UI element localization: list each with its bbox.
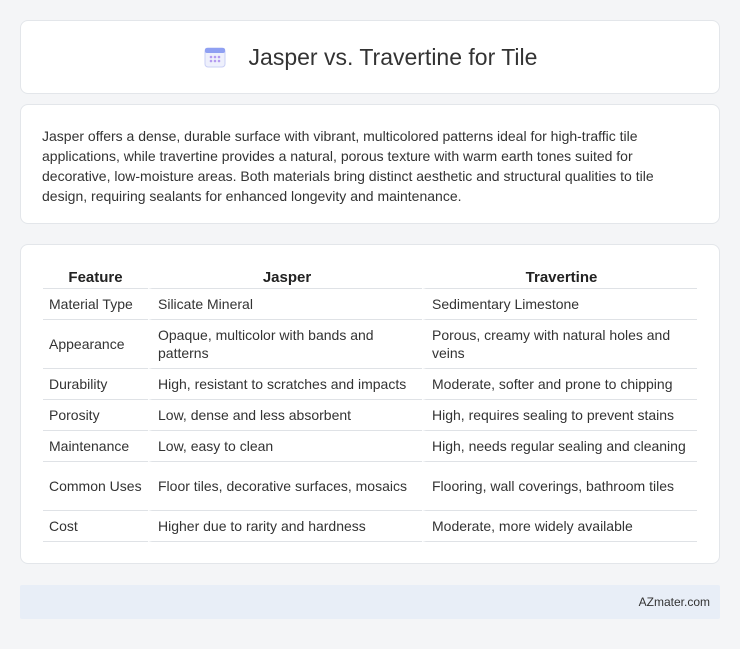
footer-brand: AZmater.com bbox=[638, 595, 710, 609]
table-row: Common Uses Floor tiles, decorative surf… bbox=[43, 462, 697, 511]
footer-bar: AZmater.com bbox=[20, 585, 720, 619]
title-card: Jasper vs. Travertine for Tile bbox=[20, 20, 720, 94]
travertine-cell: High, requires sealing to prevent stains bbox=[422, 400, 697, 431]
jasper-cell: Low, dense and less absorbent bbox=[148, 400, 422, 431]
feature-cell: Cost bbox=[43, 511, 148, 542]
jasper-cell: Higher due to rarity and hardness bbox=[148, 511, 422, 542]
travertine-cell: Flooring, wall coverings, bathroom tiles bbox=[422, 462, 697, 511]
column-header: Travertine bbox=[422, 265, 697, 289]
feature-cell: Appearance bbox=[43, 320, 148, 369]
table-row: Maintenance Low, easy to clean High, nee… bbox=[43, 431, 697, 462]
jasper-cell: Floor tiles, decorative surfaces, mosaic… bbox=[148, 462, 422, 511]
travertine-cell: Moderate, more widely available bbox=[422, 511, 697, 542]
table-row: Porosity Low, dense and less absorbent H… bbox=[43, 400, 697, 431]
page-title: Jasper vs. Travertine for Tile bbox=[248, 43, 538, 70]
travertine-cell: Porous, creamy with natural holes and ve… bbox=[422, 320, 697, 369]
feature-cell: Maintenance bbox=[43, 431, 148, 462]
table-row: Cost Higher due to rarity and hardness M… bbox=[43, 511, 697, 542]
intro-card: Jasper offers a dense, durable surface w… bbox=[20, 104, 720, 224]
table-header-row: Feature Jasper Travertine bbox=[43, 265, 697, 289]
jasper-cell: High, resistant to scratches and impacts bbox=[148, 369, 422, 400]
intro-text: Jasper offers a dense, durable surface w… bbox=[42, 128, 654, 204]
jasper-cell: Silicate Mineral bbox=[148, 289, 422, 320]
feature-cell: Material Type bbox=[43, 289, 148, 320]
table-row: Durability High, resistant to scratches … bbox=[43, 369, 697, 400]
table-row: Appearance Opaque, multicolor with bands… bbox=[43, 320, 697, 369]
feature-cell: Durability bbox=[43, 369, 148, 400]
feature-cell: Porosity bbox=[43, 400, 148, 431]
table-row: Material Type Silicate Mineral Sedimenta… bbox=[43, 289, 697, 320]
travertine-cell: High, needs regular sealing and cleaning bbox=[422, 431, 697, 462]
travertine-cell: Sedimentary Limestone bbox=[422, 289, 697, 320]
jasper-cell: Opaque, multicolor with bands and patter… bbox=[148, 320, 422, 369]
column-header: Jasper bbox=[148, 265, 422, 289]
calendar-icon bbox=[204, 47, 226, 68]
column-header: Feature bbox=[43, 265, 148, 289]
comparison-table: Feature Jasper Travertine Material Type … bbox=[43, 265, 697, 542]
jasper-cell: Low, easy to clean bbox=[148, 431, 422, 462]
feature-cell: Common Uses bbox=[43, 462, 148, 511]
comparison-card: Feature Jasper Travertine Material Type … bbox=[20, 244, 720, 564]
travertine-cell: Moderate, softer and prone to chipping bbox=[422, 369, 697, 400]
